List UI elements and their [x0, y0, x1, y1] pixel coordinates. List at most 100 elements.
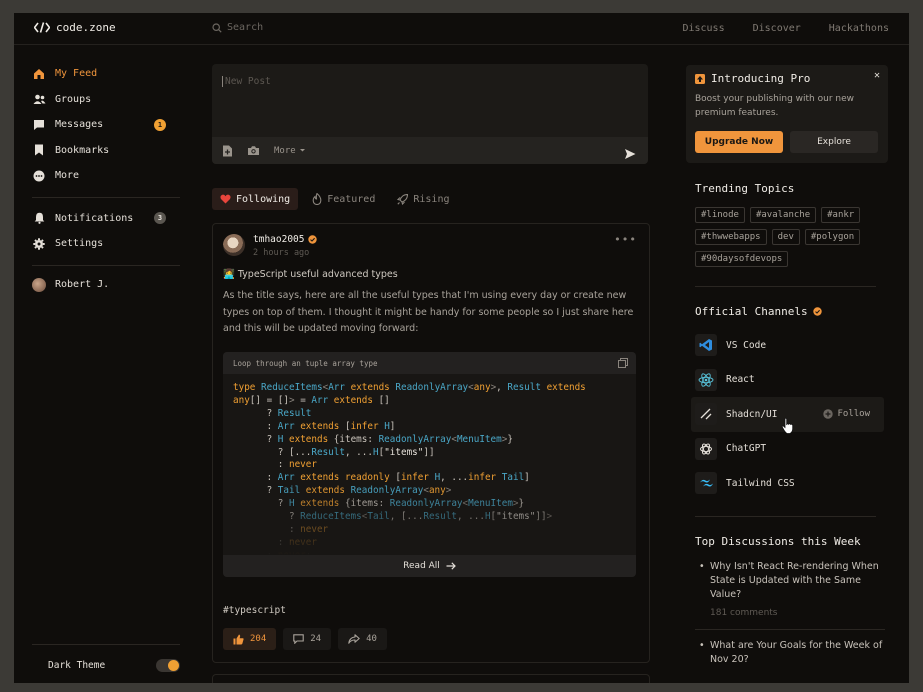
sidebar-item-more[interactable]: More	[32, 163, 180, 189]
send-post-button[interactable]	[624, 145, 636, 164]
post-time: 2 hours ago	[253, 248, 310, 258]
discussion-title: What are Your Goals for the Week of Nov …	[710, 640, 883, 665]
sidebar-item-bookmarks[interactable]: Bookmarks	[32, 138, 180, 164]
plus-circle-icon	[823, 409, 834, 419]
discussion-comment-count: 181 comments	[695, 606, 885, 630]
topic-chip[interactable]: #linode	[695, 207, 745, 223]
sidebar-divider	[32, 196, 180, 198]
channel-chatgpt[interactable]: ChatGPT	[691, 432, 884, 467]
channel-name: React	[726, 374, 755, 386]
nav-discuss[interactable]: Discuss	[682, 23, 724, 34]
tab-rising[interactable]: Rising	[389, 188, 457, 210]
tab-label: Following	[236, 193, 291, 205]
chatgpt-icon	[695, 437, 717, 460]
post-body: As the title says, here are all the usef…	[223, 290, 634, 334]
sidebar-item-my-feed[interactable]: My Feed	[32, 61, 180, 87]
add-file-button[interactable]	[222, 145, 233, 157]
topic-chip[interactable]: #polygon	[804, 229, 861, 245]
post-options-button[interactable]: •••	[614, 233, 637, 246]
sidebar-item-groups[interactable]: Groups	[32, 87, 180, 113]
comment-icon	[293, 634, 305, 644]
logo[interactable]: code.zone	[34, 21, 116, 34]
new-post-input[interactable]: New Post	[222, 76, 271, 87]
top-bar: code.zone Search Discuss Discover Hackat…	[14, 13, 909, 45]
sidebar-item-notifications[interactable]: Notifications 3	[32, 206, 180, 232]
discussion-item[interactable]: What are Your Goals for the Week of Nov …	[695, 639, 885, 667]
notifications-count-badge: 3	[154, 212, 166, 225]
author-name: tmhao2005	[253, 234, 305, 245]
channel-name: ChatGPT	[726, 443, 767, 455]
search-placeholder: Search	[227, 22, 264, 33]
channel-name: Tailwind CSS	[726, 477, 795, 489]
post-author[interactable]: tmhao2005	[253, 234, 318, 245]
follow-label: Follow	[837, 409, 870, 420]
section-title: Trending Topics	[695, 182, 795, 195]
flame-icon	[312, 193, 322, 205]
topic-chip[interactable]: #thwwebapps	[695, 229, 767, 245]
next-feed-post	[212, 674, 650, 683]
sidebar-item-settings[interactable]: Settings	[32, 231, 180, 257]
nav-discover[interactable]: Discover	[753, 23, 801, 34]
channel-name: Shadcn/UI	[726, 408, 778, 420]
sidebar-item-label: Messages	[55, 119, 104, 131]
code-fade-overlay	[223, 485, 636, 555]
sidebar: My Feed Groups Messages 1 Bookmarks More…	[32, 61, 180, 296]
tab-featured[interactable]: Featured	[304, 188, 383, 210]
sidebar-item-label: Groups	[55, 93, 92, 105]
explore-button[interactable]: Explore	[790, 131, 878, 153]
search-input[interactable]: Search	[212, 22, 263, 33]
pro-promo-card: Introducing Pro ✕ Boost your publishing …	[686, 65, 888, 163]
topic-chip[interactable]: dev	[771, 229, 800, 245]
add-photo-button[interactable]	[247, 145, 260, 156]
post-title[interactable]: 👩‍💻 TypeScript useful advanced types	[223, 269, 398, 280]
feed-tabs: Following Featured Rising	[212, 188, 457, 210]
trending-topics-title: Trending Topics	[695, 182, 794, 195]
code-block: Loop through an tuple array type type Re…	[223, 352, 636, 577]
channel-vscode[interactable]: VS Code	[691, 328, 884, 363]
topic-chip[interactable]: #ankr	[821, 207, 861, 223]
top-discussions-title: Top Discussions this Week	[695, 535, 861, 548]
section-divider	[695, 286, 876, 287]
like-button[interactable]: 204	[223, 628, 277, 650]
post-tag[interactable]: #typescript	[223, 605, 286, 616]
author-avatar[interactable]	[223, 234, 245, 256]
top-discussions-list: Why Isn't React Re-rendering When State …	[695, 560, 885, 667]
post-reactions: 204 24 40	[223, 628, 387, 650]
code-block-header: Loop through an tuple array type	[223, 352, 636, 374]
file-plus-icon	[223, 145, 232, 156]
topic-chip[interactable]: #avalanche	[749, 207, 817, 223]
verified-badge-icon	[308, 235, 318, 244]
official-channels-title: Official Channels	[695, 305, 822, 318]
topic-chip[interactable]: #90daysofdevops	[695, 251, 789, 267]
more-options-dropdown[interactable]: More	[274, 146, 306, 156]
logo-text: code.zone	[56, 21, 116, 34]
messages-count-badge: 1	[154, 118, 166, 131]
sidebar-item-label: Bookmarks	[55, 144, 110, 156]
share-count: 40	[366, 634, 377, 644]
comment-button[interactable]: 24	[283, 628, 332, 650]
tailwind-icon	[695, 472, 717, 495]
nav-hackathons[interactable]: Hackathons	[829, 23, 889, 34]
avatar	[32, 277, 46, 292]
promo-title-text: Introducing Pro	[711, 72, 811, 85]
discussion-item[interactable]: Why Isn't React Re-rendering When State …	[695, 560, 885, 630]
arrow-right-icon	[446, 562, 456, 570]
channel-tailwind[interactable]: Tailwind CSS	[691, 466, 884, 501]
official-channels-list: VS Code React Shadcn/UI Follow ChatGPT T…	[691, 328, 884, 501]
tab-following[interactable]: Following	[212, 188, 299, 210]
close-icon[interactable]: ✕	[874, 70, 880, 81]
channel-react[interactable]: React	[691, 363, 884, 398]
follow-button[interactable]: Follow	[823, 409, 870, 419]
copy-code-button[interactable]	[618, 358, 628, 370]
feed-post: tmhao2005 2 hours ago ••• 👩‍💻 TypeScript…	[212, 223, 650, 663]
section-divider	[695, 516, 876, 517]
mouse-pointer-icon	[781, 417, 794, 434]
share-button[interactable]: 40	[338, 628, 387, 650]
thumbs-up-icon	[233, 634, 244, 644]
sidebar-profile[interactable]: Robert J.	[32, 274, 180, 296]
upgrade-now-button[interactable]: Upgrade Now	[695, 131, 783, 153]
dark-theme-toggle[interactable]	[156, 658, 180, 672]
sidebar-item-messages[interactable]: Messages 1	[32, 112, 180, 138]
read-all-button[interactable]: Read All	[223, 555, 636, 577]
code-caption: Loop through an tuple array type	[233, 358, 378, 368]
